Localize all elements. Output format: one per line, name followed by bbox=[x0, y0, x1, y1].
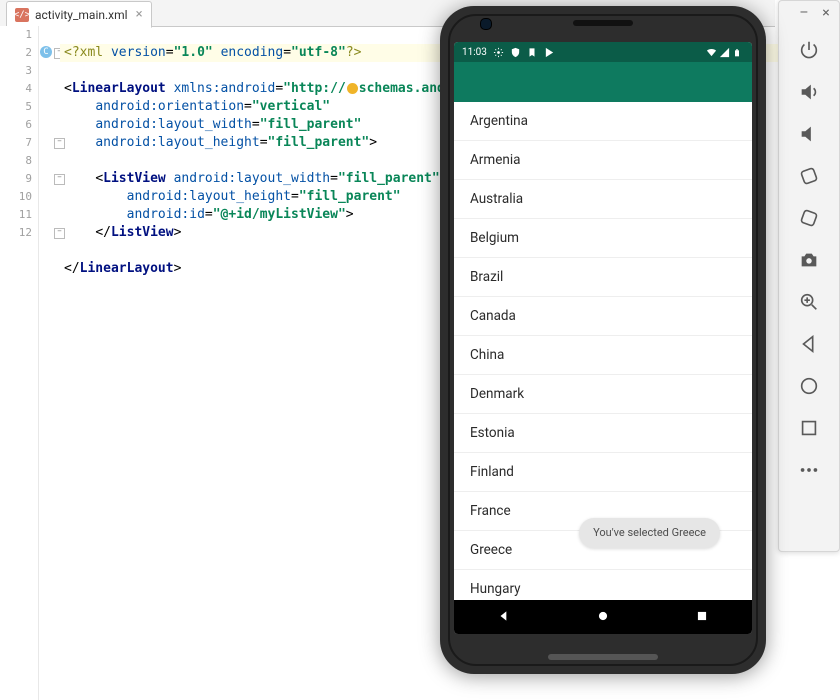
list-item[interactable]: Estonia bbox=[454, 414, 752, 453]
list-item[interactable]: Brazil bbox=[454, 258, 752, 297]
bookmark-status-icon bbox=[527, 47, 538, 58]
zoom-icon[interactable] bbox=[779, 281, 839, 323]
nav-home-icon[interactable] bbox=[779, 365, 839, 407]
line-number: 11 bbox=[0, 206, 38, 224]
home-indicator bbox=[548, 654, 658, 660]
battery-status-icon bbox=[733, 47, 744, 58]
list-item[interactable]: Canada bbox=[454, 297, 752, 336]
list-item[interactable]: Denmark bbox=[454, 375, 752, 414]
volume-up-icon[interactable] bbox=[779, 71, 839, 113]
emulator-device-frame: 11:03 ArgentinaArmeniaAustraliaBelgiumBr… bbox=[440, 6, 766, 674]
nav-overview-icon[interactable] bbox=[695, 608, 709, 627]
signal-status-icon bbox=[719, 47, 730, 58]
power-icon[interactable] bbox=[779, 29, 839, 71]
nav-back-icon[interactable] bbox=[497, 608, 511, 627]
nav-back-icon[interactable] bbox=[779, 323, 839, 365]
line-number: 7 bbox=[0, 134, 38, 152]
emulator-screen[interactable]: 11:03 ArgentinaArmeniaAustraliaBelgiumBr… bbox=[454, 42, 752, 634]
volume-down-icon[interactable] bbox=[779, 113, 839, 155]
list-item[interactable]: Hungary bbox=[454, 570, 752, 600]
line-number: 12 bbox=[0, 224, 38, 242]
wifi-status-icon bbox=[705, 47, 716, 58]
screenshot-camera-icon[interactable] bbox=[779, 239, 839, 281]
line-number: 10 bbox=[0, 188, 38, 206]
close-button[interactable]: × bbox=[817, 5, 835, 23]
settings-status-icon bbox=[493, 47, 504, 58]
rotate-left-icon[interactable] bbox=[779, 155, 839, 197]
file-tab-filename: activity_main.xml bbox=[35, 8, 128, 22]
nav-home-icon[interactable] bbox=[596, 608, 610, 627]
list-item[interactable]: China bbox=[454, 336, 752, 375]
line-number: 4 bbox=[0, 80, 38, 98]
line-number-gutter: 123456789101112 bbox=[0, 26, 39, 700]
play-status-icon bbox=[544, 47, 555, 58]
close-tab-icon[interactable]: × bbox=[136, 7, 143, 22]
front-camera bbox=[480, 18, 492, 30]
more-icon[interactable] bbox=[779, 449, 839, 491]
list-item[interactable]: Argentina bbox=[454, 102, 752, 141]
line-number: 1 bbox=[0, 26, 38, 44]
rotate-right-icon[interactable] bbox=[779, 197, 839, 239]
app-action-bar bbox=[454, 62, 752, 102]
android-nav-bar bbox=[454, 600, 752, 634]
nav-overview-icon[interactable] bbox=[779, 407, 839, 449]
line-number: 9 bbox=[0, 170, 38, 188]
intention-bulb-icon[interactable] bbox=[347, 83, 358, 94]
file-tab-activity-main[interactable]: </> activity_main.xml × bbox=[6, 1, 152, 28]
minimize-button[interactable]: – bbox=[795, 5, 813, 23]
status-time: 11:03 bbox=[462, 47, 487, 58]
shield-status-icon bbox=[510, 47, 521, 58]
line-number: 5 bbox=[0, 98, 38, 116]
line-number: 8 bbox=[0, 152, 38, 170]
speaker-grill bbox=[573, 20, 633, 26]
line-number: 3 bbox=[0, 62, 38, 80]
gutter-class-marker[interactable]: C bbox=[40, 46, 52, 58]
list-item[interactable]: Finland bbox=[454, 453, 752, 492]
line-number: 2 bbox=[0, 44, 38, 62]
list-item[interactable]: Armenia bbox=[454, 141, 752, 180]
line-number: 6 bbox=[0, 116, 38, 134]
emulator-toolbar: – × bbox=[778, 0, 840, 552]
android-status-bar: 11:03 bbox=[454, 42, 752, 62]
toast-message: You've selected Greece bbox=[579, 518, 720, 548]
list-item[interactable]: Belgium bbox=[454, 219, 752, 258]
list-item[interactable]: Australia bbox=[454, 180, 752, 219]
xml-file-icon: </> bbox=[15, 8, 29, 22]
